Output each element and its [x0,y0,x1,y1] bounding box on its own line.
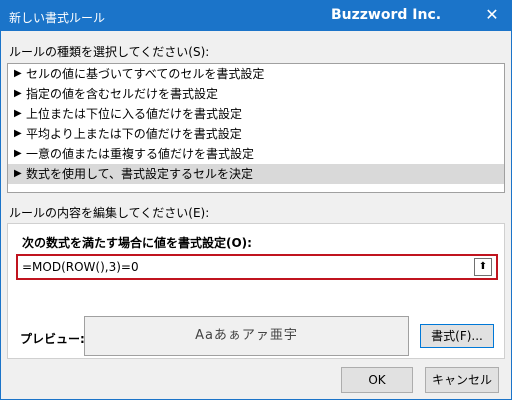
dialog-window: 新しい書式ルール Buzzword Inc. ✕ ルールの種類を選択してください… [0,0,512,400]
preview-label: プレビュー: [20,332,85,346]
cancel-button[interactable]: キャンセル [425,367,499,393]
collapse-dialog-icon[interactable]: ⬆ [474,258,492,276]
brand-label: Buzzword Inc. [331,7,442,23]
arrow-icon: ▶ [14,168,22,179]
rule-type-item-label: 一意の値または重複する値だけを書式設定 [26,147,255,161]
arrow-icon: ▶ [14,68,22,79]
rule-type-item-label: セルの値に基づいてすべてのセルを書式設定 [26,67,265,81]
close-icon[interactable]: ✕ [481,5,503,25]
arrow-icon: ▶ [14,88,22,99]
ok-button[interactable]: OK [341,367,413,393]
rule-type-item-label: 平均より上または下の値だけを書式設定 [26,127,242,141]
dialog-title: 新しい書式ルール [9,11,106,25]
rule-type-item[interactable]: ▶ 一意の値または重複する値だけを書式設定 [8,144,504,164]
rule-type-item-label: 指定の値を含むセルだけを書式設定 [26,87,219,101]
rule-type-item[interactable]: ▶ 平均より上または下の値だけを書式設定 [8,124,504,144]
formula-field: ⬆ [16,254,498,280]
format-button[interactable]: 書式(F)... [420,324,494,348]
arrow-icon: ▶ [14,108,22,119]
rule-type-item[interactable]: ▶ セルの値に基づいてすべてのセルを書式設定 [8,64,504,84]
formula-label: 次の数式を満たす場合に値を書式設定(O): [22,236,252,250]
arrow-icon: ▶ [14,148,22,159]
rule-edit-label: ルールの内容を編集してください(E): [9,206,210,220]
rule-type-item[interactable]: ▶ 上位または下位に入る値だけを書式設定 [8,104,504,124]
preview-box: Aaあぁアァ亜宇 [84,316,409,356]
arrow-icon: ▶ [14,128,22,139]
rule-edit-panel: 次の数式を満たす場合に値を書式設定(O): ⬆ プレビュー: Aaあぁアァ亜宇 … [7,223,505,359]
formula-input[interactable] [22,258,470,276]
rule-type-item[interactable]: ▶ 指定の値を含むセルだけを書式設定 [8,84,504,104]
title-bar[interactable]: 新しい書式ルール Buzzword Inc. ✕ [1,1,511,31]
rule-type-item-selected[interactable]: ▶ 数式を使用して、書式設定するセルを決定 [8,164,504,184]
rule-type-item-label: 上位または下位に入る値だけを書式設定 [26,107,243,121]
rule-type-item-label: 数式を使用して、書式設定するセルを決定 [26,167,254,181]
rule-type-label: ルールの種類を選択してください(S): [9,45,210,59]
rule-type-list[interactable]: ▶ セルの値に基づいてすべてのセルを書式設定 ▶ 指定の値を含むセルだけを書式設… [7,63,505,193]
